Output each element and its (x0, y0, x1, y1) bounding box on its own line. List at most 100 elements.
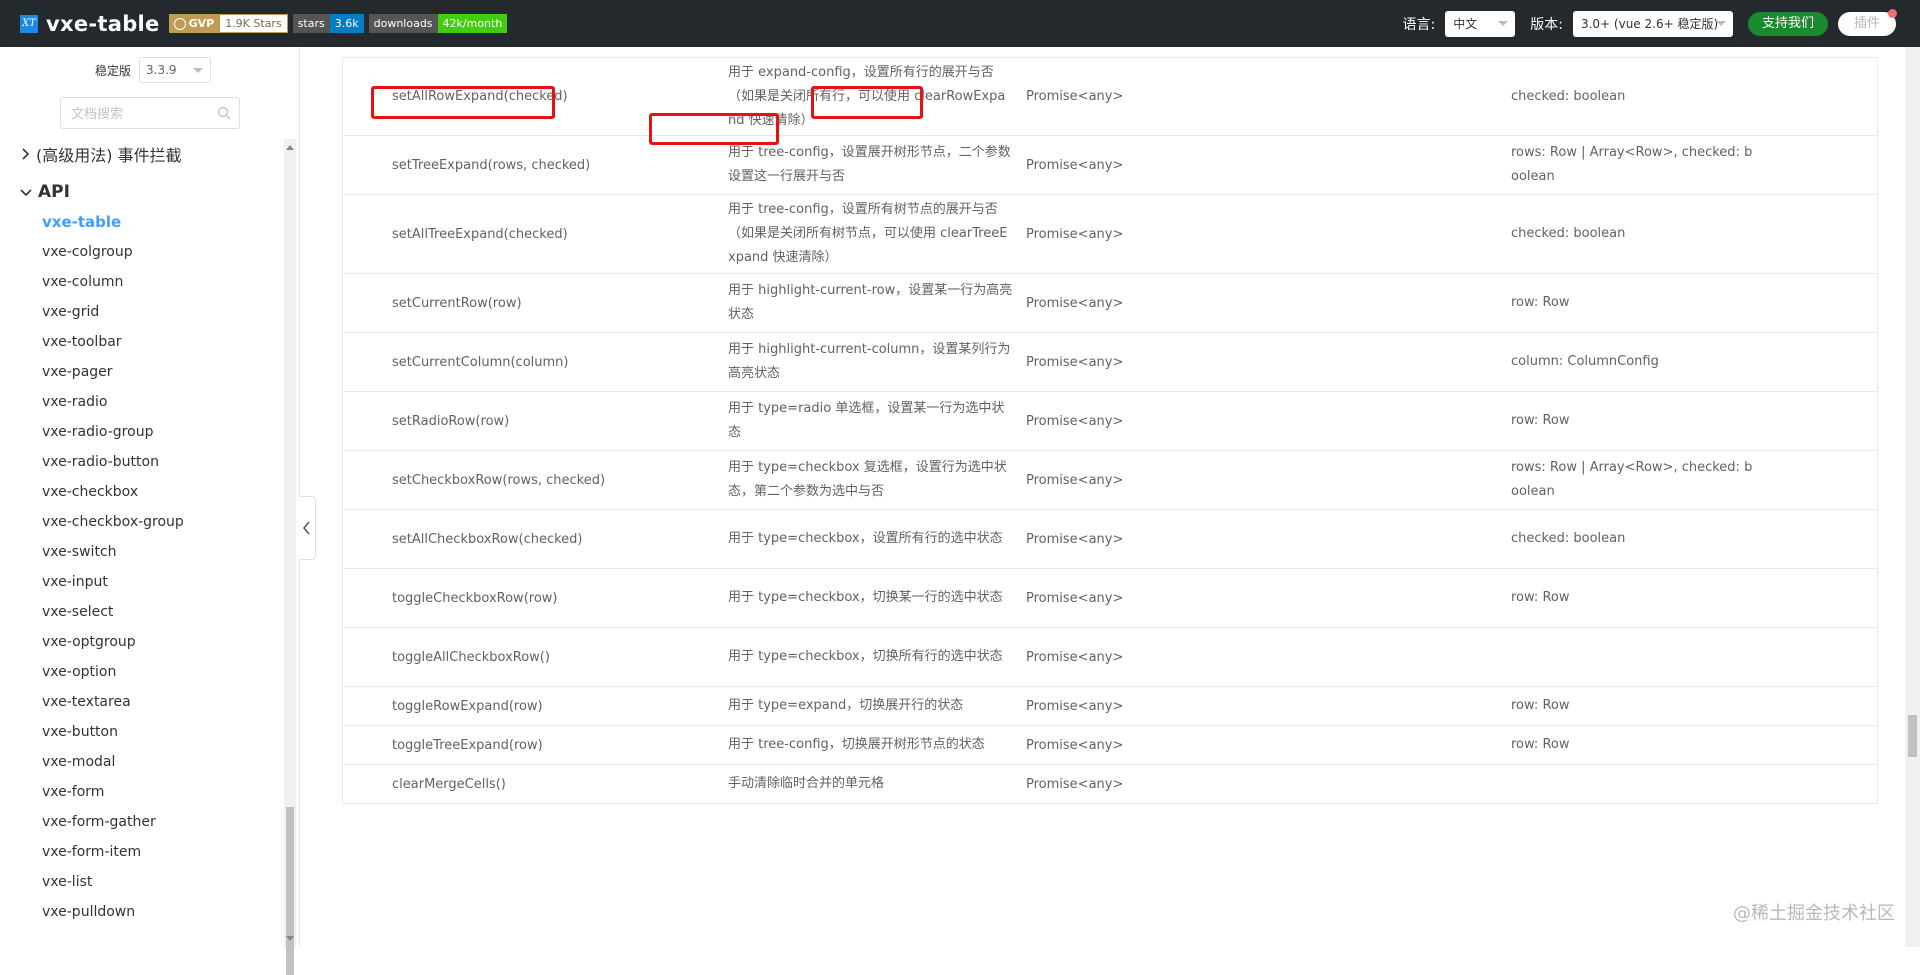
support-button[interactable]: 支持我们 (1747, 11, 1828, 36)
method-return-type-cell: Promise<any> (1026, 451, 1326, 509)
sidebar-nav: (高级用法) 事件拦截 API vxe-table vxe-colgroup vxe… (0, 139, 282, 947)
sidebar-item-vxe-toolbar[interactable]: vxe-toolbar (0, 327, 282, 357)
method-return-type: Promise<any> (1026, 737, 1124, 753)
downloads-badge[interactable]: downloads 42k/month (368, 14, 508, 33)
sidebar-item-vxe-column[interactable]: vxe-column (0, 267, 282, 297)
method-return-type-cell: Promise<any> (1026, 510, 1326, 568)
page-scrollbar-thumb[interactable] (1908, 715, 1917, 757)
method-params-cell (1511, 628, 1756, 686)
method-name: setAllTreeExpand(checked) (392, 226, 568, 242)
method-params: column: ColumnConfig (1511, 354, 1659, 369)
method-params-cell: row: Row (1511, 726, 1756, 764)
method-description: 用于 type=expand，切换展开行的状态 (728, 698, 964, 713)
chevron-down-icon (1715, 20, 1726, 26)
method-name: toggleTreeExpand(row) (392, 737, 543, 753)
plugin-button[interactable]: 插件 (1837, 8, 1897, 36)
method-return-type-cell: Promise<any> (1026, 274, 1326, 332)
sidebar-item-vxe-option[interactable]: vxe-option (0, 657, 282, 687)
version-value: 3.0+ (vue 2.6+ 稳定版) (1580, 17, 1719, 31)
method-name: toggleAllCheckboxRow() (392, 649, 550, 665)
language-value: 中文 (1453, 17, 1478, 31)
sidebar-item-vxe-table[interactable]: vxe-table (0, 207, 282, 237)
method-description-cell: 用于 type=checkbox，切换所有行的选中状态 (728, 628, 1013, 686)
sidebar-item-vxe-checkbox[interactable]: vxe-checkbox (0, 477, 282, 507)
sidebar-scrollbar[interactable] (284, 139, 296, 975)
method-params: row: Row (1511, 413, 1570, 428)
brand-title[interactable]: vxe-table (46, 12, 160, 36)
sidebar-item-vxe-button[interactable]: vxe-button (0, 717, 282, 747)
sidebar-item-vxe-pager[interactable]: vxe-pager (0, 357, 282, 387)
method-params-cell: rows: Row | Array<Row>, checked: boolean (1511, 451, 1756, 509)
sidebar-item-vxe-colgroup[interactable]: vxe-colgroup (0, 237, 282, 267)
method-params: checked: boolean (1511, 226, 1626, 241)
sidebar-item-vxe-input[interactable]: vxe-input (0, 567, 282, 597)
header-right: 语言: 中文 版本: 3.0+ (vue 2.6+ 稳定版) 支持我们 插件 (1403, 0, 1920, 47)
method-name-cell: setCurrentColumn(column) (392, 333, 712, 391)
version-select[interactable]: 3.0+ (vue 2.6+ 稳定版) (1572, 10, 1733, 37)
sidebar-scrollbar-thumb[interactable] (286, 807, 294, 975)
method-name-cell: clearMergeCells() (392, 765, 712, 803)
method-return-type: Promise<any> (1026, 698, 1124, 714)
sidebar-item-vxe-form-gather[interactable]: vxe-form-gather (0, 807, 282, 837)
badge-key: GVP (188, 17, 215, 30)
method-return-type-cell: Promise<any> (1026, 333, 1326, 391)
method-description: 用于 type=checkbox，切换某一行的选中状态 (728, 590, 1003, 605)
sidebar-item-vxe-textarea[interactable]: vxe-textarea (0, 687, 282, 717)
method-name-cell: setTreeExpand(rows, checked) (392, 136, 712, 194)
method-params-cell: checked: boolean (1511, 58, 1756, 135)
method-params-cell: rows: Row | Array<Row>, checked: boolean (1511, 136, 1756, 194)
page-scrollbar[interactable] (1905, 47, 1920, 947)
search-input[interactable] (69, 98, 213, 130)
main-content: setAllRowExpand(checked) 用于 expand-config… (300, 47, 1905, 947)
method-name-cell: toggleRowExpand(row) (392, 687, 712, 725)
method-params-cell: row: Row (1511, 687, 1756, 725)
table-top-edge (343, 47, 1877, 58)
sidebar-item-vxe-pulldown[interactable]: vxe-pulldown (0, 897, 282, 927)
sidebar-item-vxe-radio[interactable]: vxe-radio (0, 387, 282, 417)
method-return-type: Promise<any> (1026, 89, 1124, 104)
nav-group-api[interactable]: API (0, 177, 282, 207)
doc-search (60, 97, 240, 130)
scroll-up-arrow-icon[interactable] (286, 145, 294, 150)
sidebar-item-vxe-radio-button[interactable]: vxe-radio-button (0, 447, 282, 477)
nav-group-event-intercept[interactable]: (高级用法) 事件拦截 (0, 139, 282, 169)
method-params-cell: row: Row (1511, 569, 1756, 627)
method-return-type: Promise<any> (1026, 531, 1124, 547)
method-return-type-cell: Promise<any> (1026, 687, 1326, 725)
sidebar-item-vxe-optgroup[interactable]: vxe-optgroup (0, 627, 282, 657)
stable-version-value: 3.3.9 (146, 63, 177, 77)
watermark: @稀土掘金技术社区 (1733, 903, 1895, 924)
chevron-down-icon (193, 68, 204, 73)
sidebar-item-vxe-form[interactable]: vxe-form (0, 777, 282, 807)
table-row: setRadioRow(row) 用于 type=radio 单选框，设置某一行为… (343, 392, 1877, 451)
stars-badge[interactable]: stars 3.6k (292, 14, 364, 33)
table-row: toggleCheckboxRow(row) 用于 type=checkbox，切… (343, 569, 1877, 628)
sidebar-item-vxe-checkbox-group[interactable]: vxe-checkbox-group (0, 507, 282, 537)
method-return-type: Promise<any> (1026, 295, 1124, 311)
sidebar-item-vxe-switch[interactable]: vxe-switch (0, 537, 282, 567)
table-row: setTreeExpand(rows, checked) 用于 tree-conf… (343, 136, 1877, 195)
sidebar-item-vxe-list[interactable]: vxe-list (0, 867, 282, 897)
method-name-cell: setAllTreeExpand(checked) (392, 195, 712, 273)
version-label: 版本: (1530, 16, 1563, 33)
search-icon[interactable] (217, 106, 231, 120)
sidebar-item-vxe-modal[interactable]: vxe-modal (0, 747, 282, 777)
scroll-down-arrow-icon[interactable] (286, 936, 294, 941)
vxe-logo-icon[interactable]: XT (20, 14, 38, 33)
chevron-right-icon (22, 148, 30, 160)
method-description: 用于 highlight-current-row，设置某一行为高亮状态 (728, 283, 1013, 322)
table-row: toggleTreeExpand(row) 用于 tree-config，切换展开… (343, 726, 1877, 765)
method-return-type-cell: Promise<any> (1026, 195, 1326, 273)
language-select[interactable]: 中文 (1445, 10, 1516, 37)
method-description-cell: 用于 highlight-current-column，设置某列行为高亮状态 (728, 333, 1013, 391)
sidebar-item-vxe-radio-group[interactable]: vxe-radio-group (0, 417, 282, 447)
sidebar-item-vxe-select[interactable]: vxe-select (0, 597, 282, 627)
gvp-badge[interactable]: GVP 1.9K Stars (168, 14, 288, 33)
sidebar: 稳定版 3.3.9 (高级用法) 事件拦截 API vxe-tablevxe-c… (0, 47, 300, 975)
table-row: setAllCheckboxRow(checked) 用于 type=checkb… (343, 510, 1877, 569)
sidebar-item-vxe-form-item[interactable]: vxe-form-item (0, 837, 282, 867)
stable-version-select[interactable]: 3.3.9 (139, 57, 212, 83)
method-description-cell: 用于 type=radio 单选框，设置某一行为选中状态 (728, 392, 1013, 450)
sidebar-item-vxe-grid[interactable]: vxe-grid (0, 297, 282, 327)
table-row: toggleRowExpand(row) 用于 type=expand，切换展开行… (343, 687, 1877, 726)
